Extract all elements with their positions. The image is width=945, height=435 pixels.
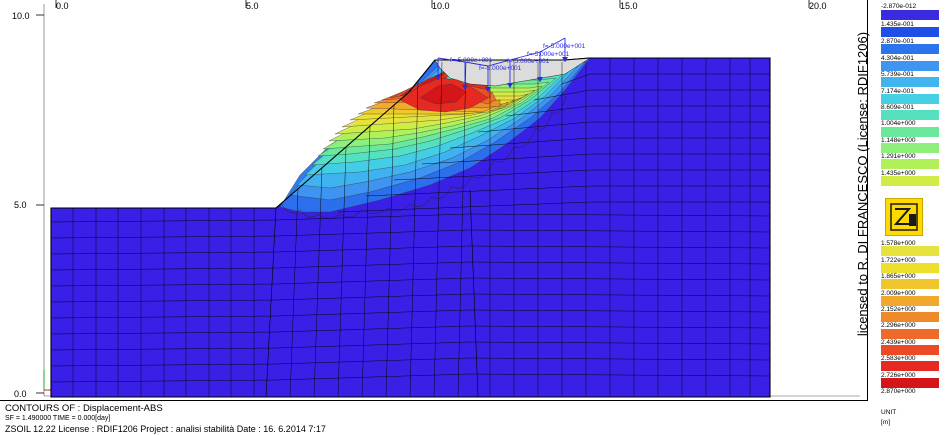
- legend-swatch: [881, 176, 939, 186]
- project-line: ZSOIL 12.22 License : RDIF1206 Project :…: [5, 424, 326, 434]
- unit-label: UNIT: [881, 409, 897, 416]
- x-tick-label: 15.0: [620, 1, 638, 11]
- unit-value: [m]: [881, 419, 891, 426]
- legend-swatch: [881, 263, 939, 273]
- legend-swatch: [881, 27, 939, 37]
- y-tick-label: 0.0: [14, 389, 27, 399]
- legend-swatch: [881, 378, 939, 388]
- contour-plot-svg[interactable]: [0, 0, 868, 400]
- x-tick-label: 0.0: [56, 1, 69, 11]
- legend-swatch: [881, 110, 939, 120]
- contour-plot-area[interactable]: 0.0 5.0 10.0 15.0 20.0 10.0 5.0 0.0 f=-5…: [0, 0, 868, 400]
- zsoil-logo-icon: [890, 203, 918, 231]
- legend-swatch: [881, 127, 939, 137]
- legend-swatch: [881, 61, 939, 71]
- legend-swatch: [881, 345, 939, 355]
- license-text: licensed to R. DI FRANCESCO (License: RD…: [855, 31, 870, 337]
- y-tick-label: 5.0: [14, 200, 27, 210]
- legend-swatch: [881, 44, 939, 54]
- legend-value-label: 2.870e+000: [881, 388, 916, 395]
- legend-swatch: [881, 312, 939, 322]
- x-tick-label: 20.0: [809, 1, 827, 11]
- x-tick-label: 5.0: [246, 1, 259, 11]
- y-tick-label: 10.0: [12, 11, 30, 21]
- contour-title: CONTOURS OF : Displacement-ABS: [5, 403, 163, 414]
- legend-swatch: [881, 77, 939, 87]
- x-tick-label: 10.0: [432, 1, 450, 11]
- legend-swatch: [881, 94, 939, 104]
- legend-swatch: [881, 246, 939, 256]
- legend-swatch: [881, 361, 939, 371]
- legend-swatch: [881, 329, 939, 339]
- sf-time-line: SF = 1.490000 TIME = 0.000[day]: [5, 415, 111, 422]
- legend-swatch: [881, 10, 939, 20]
- legend-swatch: [881, 143, 939, 153]
- zsoil-logo: [885, 198, 923, 236]
- load-label: f=-5.000e+001: [527, 51, 570, 58]
- legend-swatch: [881, 159, 939, 169]
- legend-swatch: [881, 279, 939, 289]
- legend-swatch: [881, 296, 939, 306]
- info-panel: CONTOURS OF : Displacement-ABS SF = 1.49…: [0, 400, 868, 435]
